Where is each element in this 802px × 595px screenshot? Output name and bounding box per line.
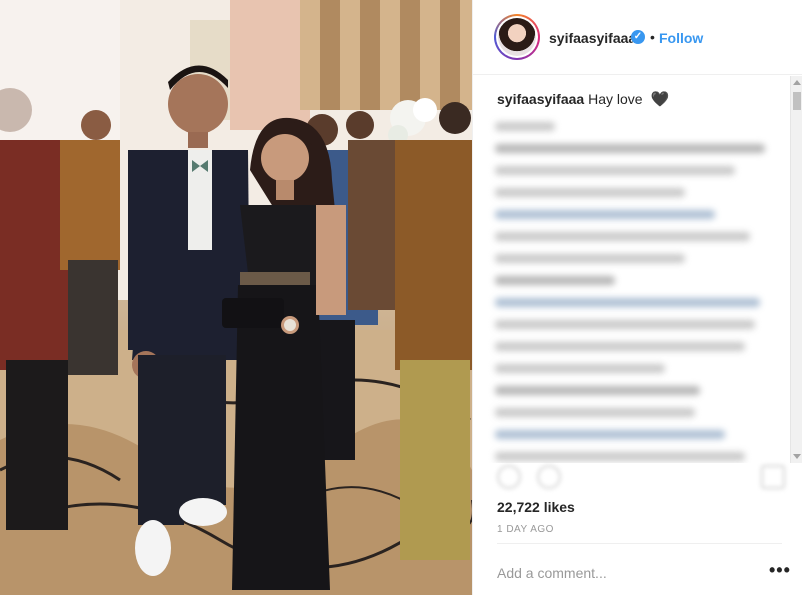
instagram-post-view: syifaasyifaaa ✓ • Follow syifaasyifaaa H… bbox=[0, 0, 802, 595]
comment-icon[interactable] bbox=[537, 465, 561, 489]
comments-scrollbar[interactable] bbox=[790, 76, 802, 463]
caption-username[interactable]: syifaasyifaaa bbox=[497, 91, 584, 107]
avatar[interactable] bbox=[494, 14, 540, 60]
follow-button[interactable]: Follow bbox=[659, 30, 703, 46]
avatar-image bbox=[498, 18, 536, 56]
add-comment-input[interactable]: Add a comment... bbox=[497, 565, 607, 581]
verified-badge-icon: ✓ bbox=[631, 30, 645, 44]
save-icon[interactable] bbox=[761, 465, 785, 489]
scroll-thumb[interactable] bbox=[793, 92, 801, 110]
blurred-comments bbox=[495, 122, 775, 462]
action-bar bbox=[473, 463, 802, 493]
header-username[interactable]: syifaasyifaaa bbox=[549, 30, 636, 46]
post-photo[interactable] bbox=[0, 0, 472, 595]
post-sidebar: syifaasyifaaa ✓ • Follow syifaasyifaaa H… bbox=[472, 0, 802, 595]
like-icon[interactable] bbox=[497, 465, 521, 489]
post-timestamp[interactable]: 1 DAY AGO bbox=[497, 524, 554, 535]
scroll-down-arrow-icon[interactable] bbox=[793, 454, 801, 459]
post-caption: syifaasyifaaa Hay love 🖤 bbox=[497, 90, 669, 108]
comments-section[interactable]: syifaasyifaaa Hay love 🖤 bbox=[473, 76, 802, 463]
photo-illustration bbox=[0, 0, 472, 595]
avatar-ring bbox=[496, 16, 538, 58]
post-header: syifaasyifaaa ✓ • Follow bbox=[473, 0, 802, 75]
divider bbox=[497, 543, 782, 544]
more-options-icon[interactable]: ••• bbox=[769, 560, 791, 581]
caption-text: Hay love bbox=[588, 91, 643, 107]
black-heart-icon: 🖤 bbox=[650, 91, 670, 108]
scroll-up-arrow-icon[interactable] bbox=[793, 80, 801, 85]
likes-count[interactable]: 22,722 likes bbox=[497, 499, 575, 515]
header-separator: • bbox=[650, 29, 655, 45]
